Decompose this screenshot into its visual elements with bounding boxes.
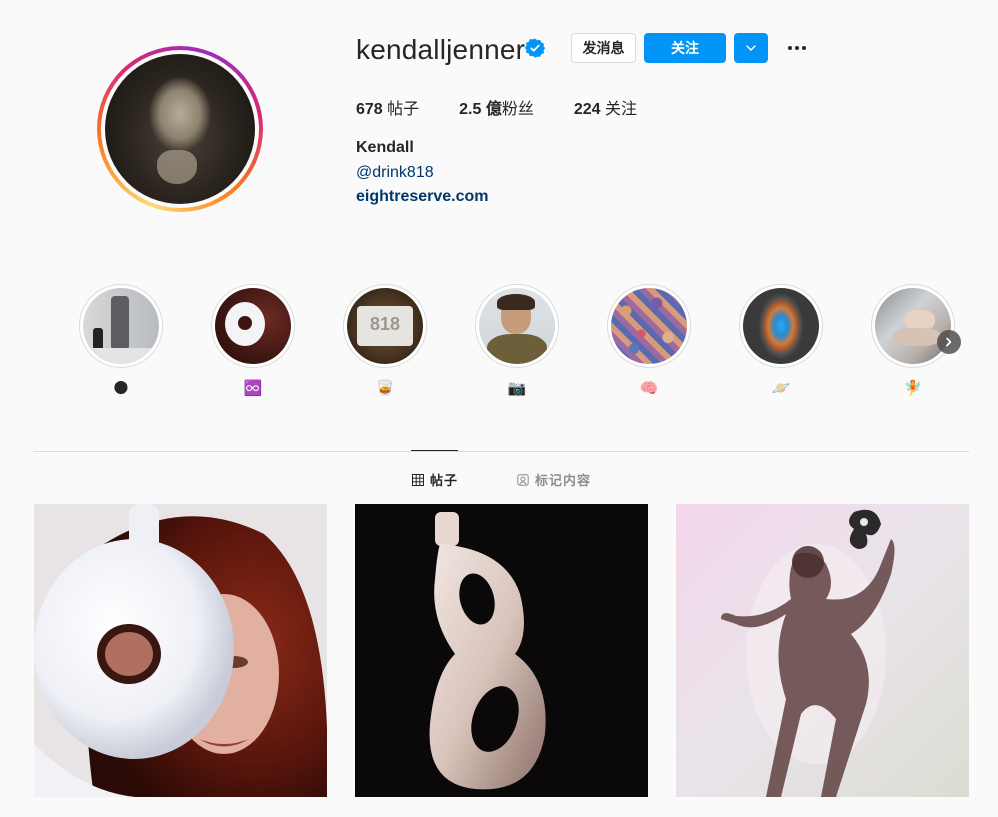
highlight-item[interactable]: 🪐 — [739, 284, 823, 398]
avatar-inner — [101, 50, 259, 208]
highlight-image — [83, 288, 159, 364]
follow-button[interactable]: 关注 — [644, 33, 726, 63]
followers-label: 粉丝 — [501, 101, 534, 118]
highlight-image — [215, 288, 291, 364]
following-label: 关注 — [600, 101, 638, 118]
highlight-cover — [211, 284, 295, 368]
highlight-cover — [607, 284, 691, 368]
highlight-image — [611, 288, 687, 364]
profile-website-link[interactable]: eightreserve.com — [356, 188, 489, 206]
highlight-item[interactable]: 📷 — [475, 284, 559, 398]
post-image — [34, 504, 327, 797]
highlight-label: ♾️ — [243, 380, 263, 397]
highlight-label: 🧠 — [639, 380, 659, 397]
dot-icon — [795, 46, 799, 50]
followers-stat[interactable]: 2.5 億粉丝 — [459, 95, 534, 119]
post-image — [355, 504, 648, 797]
tab-posts[interactable]: 帖子 — [412, 470, 458, 489]
posts-label: 帖子 — [382, 101, 420, 118]
post-thumbnail[interactable] — [676, 504, 969, 797]
followers-count: 2.5 億 — [459, 101, 502, 118]
message-button[interactable]: 发消息 — [571, 33, 636, 63]
highlight-label: 🧚 — [903, 380, 923, 397]
highlight-item[interactable]: 818 🥃 — [343, 284, 427, 398]
profile-full-name: Kendall — [356, 139, 414, 156]
posts-count: 678 — [356, 101, 383, 118]
highlight-label: 🥃 — [375, 380, 395, 397]
highlight-label: 📷 — [507, 380, 527, 397]
grid-icon — [412, 473, 424, 486]
tab-tagged-label: 标记内容 — [535, 473, 592, 488]
following-count: 224 — [573, 101, 601, 118]
profile-username: kendalljenner — [356, 34, 526, 65]
suggested-accounts-button[interactable] — [734, 33, 768, 63]
profile-avatar[interactable] — [97, 46, 263, 212]
highlight-item[interactable]: 🌑 — [79, 284, 163, 398]
active-tab-indicator — [411, 450, 458, 451]
tab-tagged[interactable]: 标记内容 — [517, 470, 591, 489]
highlight-cover: 818 — [343, 284, 427, 368]
post-thumbnail[interactable] — [34, 504, 327, 797]
tabs-divider — [33, 451, 969, 452]
highlight-cover — [79, 284, 163, 368]
posts-stat: 678 帖子 — [356, 95, 419, 119]
verified-badge-icon — [525, 38, 545, 58]
dot-icon — [788, 46, 792, 50]
highlight-item[interactable]: 🧠 — [607, 284, 691, 398]
post-thumbnail[interactable] — [355, 504, 648, 797]
highlight-label: 🌑 — [113, 380, 129, 397]
following-stat[interactable]: 224 关注 — [574, 95, 637, 119]
highlight-image — [743, 288, 819, 364]
chevron-down-icon — [746, 45, 756, 51]
highlight-image — [875, 288, 951, 364]
chevron-right-icon — [946, 337, 952, 347]
highlights-next-button[interactable] — [937, 330, 961, 354]
bio-mention-link[interactable]: @drink818 — [356, 164, 434, 182]
highlight-cover — [871, 284, 955, 368]
more-options-button[interactable] — [784, 36, 810, 60]
highlight-item[interactable]: ♾️ — [211, 284, 295, 398]
highlight-label: 🪐 — [771, 380, 791, 397]
avatar-photo — [105, 54, 255, 204]
post-image — [676, 504, 969, 797]
highlight-cover — [739, 284, 823, 368]
highlight-cover — [475, 284, 559, 368]
tab-posts-label: 帖子 — [430, 473, 459, 488]
dot-icon — [802, 46, 806, 50]
highlight-image: 818 — [347, 288, 423, 364]
profile-stats: 678 帖子 2.5 億粉丝 224 关注 — [356, 95, 677, 119]
highlight-image — [479, 288, 555, 364]
tagged-icon — [517, 473, 529, 486]
